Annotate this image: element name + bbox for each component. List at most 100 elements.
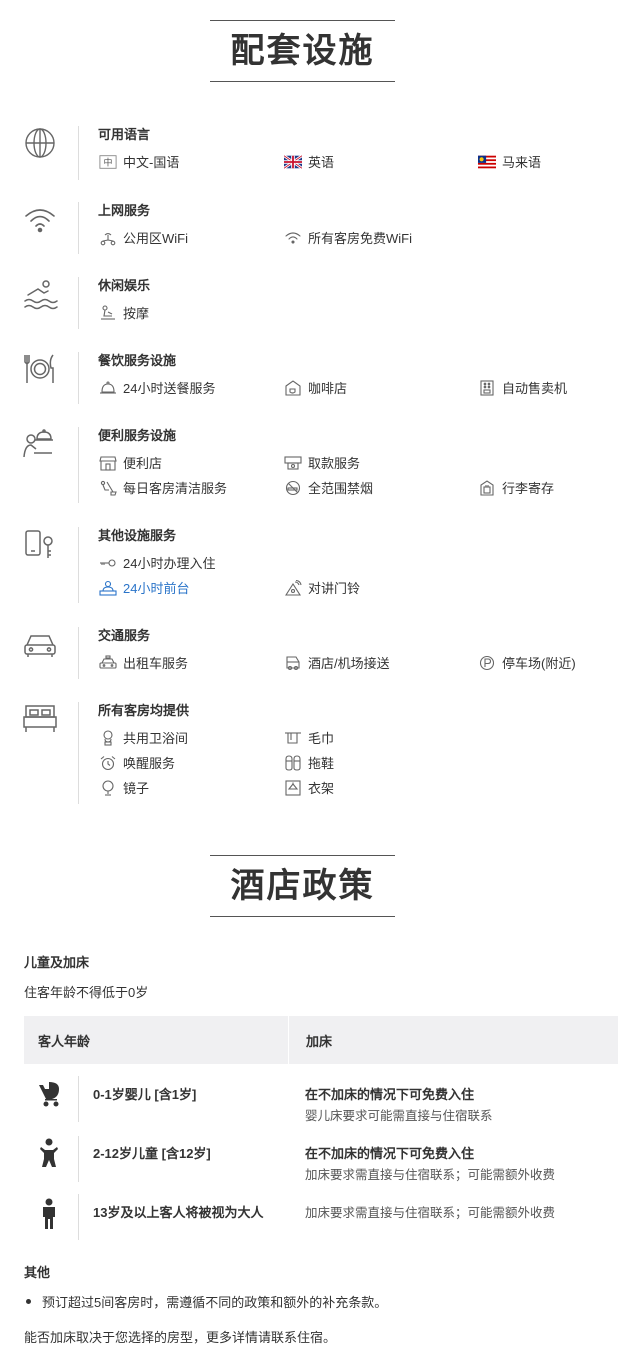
intercom-icon xyxy=(284,579,302,596)
vending-icon xyxy=(478,380,496,396)
stroller-icon xyxy=(36,1079,62,1111)
car-icon xyxy=(22,627,58,663)
item-24h-reception: 24小时前台 xyxy=(99,580,189,598)
other-heading: 其他 xyxy=(24,1265,51,1280)
phone-key-icon xyxy=(22,527,58,563)
category-divider xyxy=(78,527,79,603)
item-store: 便利店 xyxy=(99,455,162,473)
item-mirror: 镜子 xyxy=(99,780,149,798)
bullet-dot xyxy=(26,1299,31,1304)
header-extra-bed: 加床 xyxy=(306,1034,333,1049)
massage-icon xyxy=(99,305,117,321)
bed-icon xyxy=(22,702,58,738)
other-bullet-text: 预订超过5间客房时，需遵循不同的政策和额外的补充条款。 xyxy=(42,1295,388,1310)
my-flag-icon xyxy=(478,154,496,170)
category-title: 可用语言 xyxy=(98,127,151,142)
row-sub-text: 婴儿床要求可能需直接与住宿联系 xyxy=(305,1109,493,1123)
row-sub-text: 加床要求需直接与住宿联系；可能需额外收费 xyxy=(305,1168,556,1182)
atm-icon xyxy=(284,455,302,471)
item-parking: 停车场(附近) xyxy=(478,655,576,673)
title-rule-bottom xyxy=(210,916,395,917)
child-icon xyxy=(36,1137,62,1169)
category-divider xyxy=(78,277,79,329)
service-tray-icon xyxy=(22,427,58,463)
reception-icon xyxy=(99,580,117,596)
swimmer-icon xyxy=(22,277,58,313)
alarm-icon xyxy=(99,755,117,771)
category-divider xyxy=(78,627,79,679)
toilet-icon xyxy=(99,730,117,746)
min-age-text: 住客年龄不得低于0岁 xyxy=(24,985,149,1000)
network-icon xyxy=(99,230,117,246)
category-title: 其他设施服务 xyxy=(98,528,177,543)
item-no-smoking: 全范围禁烟 xyxy=(284,480,373,498)
category-divider xyxy=(78,702,79,804)
facilities-title: 配套设施 xyxy=(210,20,395,82)
title-rule-bottom xyxy=(210,81,395,82)
header-separator xyxy=(288,1016,289,1064)
category-title: 便利服务设施 xyxy=(98,428,177,443)
mirror-icon xyxy=(99,780,117,796)
item-towel: 毛巾 xyxy=(284,730,334,748)
item-massage: 按摩 xyxy=(99,305,149,323)
category-title: 餐饮服务设施 xyxy=(98,353,177,368)
wifi-icon xyxy=(284,230,302,246)
category-divider xyxy=(78,427,79,503)
item-taxi: 出租车服务 xyxy=(99,655,188,673)
item-luggage: 行李寄存 xyxy=(478,480,554,498)
wardrobe-icon xyxy=(284,780,302,796)
towel-icon xyxy=(284,730,302,746)
category-title: 上网服务 xyxy=(98,203,151,218)
shuttle-icon xyxy=(284,655,302,671)
category-divider xyxy=(78,202,79,254)
policy-title: 酒店政策 xyxy=(210,855,395,917)
wifi-icon xyxy=(22,202,58,238)
facilities-title-text: 配套设施 xyxy=(230,31,375,71)
row-main-text: 在不加床的情况下可免费入住 xyxy=(305,1146,475,1161)
adult-icon xyxy=(36,1198,62,1230)
luggage-icon xyxy=(478,480,496,496)
category-title: 交通服务 xyxy=(98,628,151,643)
item-atm: 取款服务 xyxy=(284,455,360,473)
parking-icon xyxy=(478,655,496,671)
item-shared-bathroom: 共用卫浴间 xyxy=(99,730,188,748)
uk-flag-icon xyxy=(283,154,303,170)
cloche-icon xyxy=(99,380,117,396)
children-heading: 儿童及加床 xyxy=(24,955,90,970)
item-room-service: 24小时送餐服务 xyxy=(99,380,215,398)
key-icon xyxy=(99,555,117,571)
item-malay: 马来语 xyxy=(478,154,541,172)
item-wake-up: 唤醒服务 xyxy=(99,755,175,773)
item-vending: 自动售卖机 xyxy=(478,380,567,398)
footer-text: 能否加床取决于您选择的房型，更多详情请联系住宿。 xyxy=(24,1330,337,1345)
row-age: 13岁及以上客人将被视为大人 xyxy=(93,1205,264,1220)
row-divider xyxy=(78,1136,79,1182)
item-english: 英语 xyxy=(283,154,334,172)
row-divider xyxy=(78,1076,79,1122)
row-sub-text: 加床要求需直接与住宿联系；可能需额外收费 xyxy=(305,1206,556,1220)
policy-table-header: 客人年龄 加床 xyxy=(24,1016,618,1064)
dining-icon xyxy=(22,352,58,388)
category-divider xyxy=(78,126,79,180)
row-divider xyxy=(78,1194,79,1240)
policy-title-text: 酒店政策 xyxy=(230,866,375,906)
store-icon xyxy=(99,455,117,471)
svg-text:中: 中 xyxy=(103,157,112,169)
category-title: 休闲娱乐 xyxy=(98,278,151,293)
globe-icon xyxy=(22,126,58,162)
header-guest-age: 客人年龄 xyxy=(38,1034,91,1049)
item-slippers: 拖鞋 xyxy=(284,755,334,773)
category-title: 所有客房均提供 xyxy=(98,703,190,718)
taxi-icon xyxy=(99,655,117,671)
item-intercom: 对讲门铃 xyxy=(284,579,360,598)
category-divider xyxy=(78,352,79,404)
cleaning-icon xyxy=(99,480,117,496)
row-main-text: 在不加床的情况下可免费入住 xyxy=(305,1087,475,1102)
item-24h-checkin: 24小时办理入住 xyxy=(99,555,215,573)
item-wardrobe: 衣架 xyxy=(284,780,334,798)
row-age: 0-1岁婴儿 [含1岁] xyxy=(93,1087,197,1102)
zh-flag-icon: 中 xyxy=(99,154,117,170)
cafe-icon xyxy=(284,380,302,396)
item-room-wifi: 所有客房免费WiFi xyxy=(284,230,412,248)
slippers-icon xyxy=(284,755,302,771)
